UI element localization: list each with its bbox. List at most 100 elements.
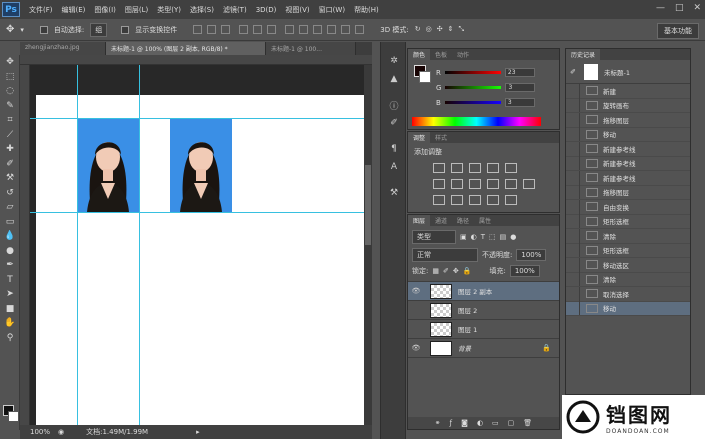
move-tool-icon[interactable]: ✥	[0, 55, 20, 70]
history-brush-icon[interactable]: ✐	[566, 68, 580, 76]
layer-row-layer2-copy[interactable]: 👁 图层 2 副本	[408, 282, 559, 301]
menu-edit[interactable]: 编辑(E)	[62, 5, 86, 15]
new-group-icon[interactable]: ▭	[492, 419, 499, 427]
channel-g-input[interactable]: 3	[505, 83, 536, 92]
menu-help[interactable]: 帮助(H)	[354, 5, 379, 15]
exposure-icon[interactable]	[487, 163, 499, 173]
fx-icon[interactable]: ƒ	[450, 419, 452, 427]
threshold-icon[interactable]	[469, 195, 481, 205]
tab-channels[interactable]: 通道	[430, 215, 452, 226]
distribute-bottom-icon[interactable]	[313, 25, 323, 34]
menu-3d[interactable]: 3D(D)	[256, 6, 277, 14]
tab-paths[interactable]: 路径	[452, 215, 474, 226]
minimize-button[interactable]: —	[656, 3, 665, 13]
history-item[interactable]: 矩形选框	[566, 214, 690, 229]
lock-transparent-icon[interactable]: ▦	[432, 267, 439, 275]
info-icon[interactable]: ⓘ	[381, 96, 407, 114]
scrollbar-thumb[interactable]	[365, 165, 371, 245]
zoom-tool-icon[interactable]: ⚲	[0, 331, 20, 346]
marquee-tool-icon[interactable]: ⬚	[0, 70, 20, 85]
align-vcenter-icon[interactable]	[207, 25, 217, 34]
history-item[interactable]: 新建参考线	[566, 170, 690, 186]
auto-select-checkbox[interactable]	[39, 25, 48, 34]
eraser-tool-icon[interactable]: ▱	[0, 200, 20, 215]
dodge-tool-icon[interactable]: ●	[0, 244, 20, 259]
layer-kind-dropdown[interactable]: 类型	[412, 230, 456, 244]
zoom-level[interactable]: 100%	[30, 428, 50, 436]
history-item[interactable]: 新建参考线	[566, 141, 690, 157]
lasso-tool-icon[interactable]: ◌	[0, 84, 20, 99]
lock-all-icon[interactable]: 🔒	[463, 267, 472, 275]
menu-layer[interactable]: 图层(L)	[125, 5, 148, 15]
visibility-eye-icon[interactable]: 👁	[408, 344, 424, 352]
layer-row-layer1[interactable]: 图层 1	[408, 320, 559, 339]
vertical-scrollbar[interactable]	[364, 65, 372, 425]
show-transform-checkbox[interactable]	[121, 25, 130, 34]
link-layers-icon[interactable]: ⚭	[435, 419, 441, 427]
hue-saturation-icon[interactable]	[433, 179, 445, 189]
menu-filter[interactable]: 滤镜(T)	[223, 5, 247, 15]
filter-shape-icon[interactable]: ⬚	[489, 233, 496, 241]
channel-g-slider[interactable]	[445, 86, 502, 89]
tool-preset-chevron-icon[interactable]: ▾	[20, 26, 24, 34]
brush-tool-icon[interactable]: ✐	[0, 157, 20, 172]
character-icon[interactable]: A	[381, 158, 407, 176]
history-item[interactable]: 旋转画布	[566, 98, 690, 113]
blend-mode-dropdown[interactable]: 正常	[412, 248, 478, 262]
type-tool-icon[interactable]: T	[0, 273, 20, 288]
paragraph-icon[interactable]: ¶	[381, 140, 407, 158]
history-item[interactable]: 移动选区	[566, 257, 690, 273]
align-left-icon[interactable]	[239, 25, 249, 34]
distribute-top-icon[interactable]	[285, 25, 295, 34]
distribute-hcenter-icon[interactable]	[341, 25, 351, 34]
menu-select[interactable]: 选择(S)	[190, 5, 214, 15]
history-item[interactable]: 移动	[566, 127, 690, 142]
eyedropper-tool-icon[interactable]: ⟋	[0, 128, 20, 143]
align-top-icon[interactable]	[193, 25, 203, 34]
brightness-icon[interactable]	[433, 163, 445, 173]
background-color-swatch[interactable]	[8, 411, 19, 422]
history-item[interactable]: 新建	[566, 83, 690, 99]
channel-b-slider[interactable]	[444, 101, 501, 104]
history-item[interactable]: 取消选择	[566, 286, 690, 302]
brush-preset-icon[interactable]: ✐	[381, 114, 407, 132]
history-item-current[interactable]: 移动	[566, 301, 690, 316]
close-button[interactable]: ✕	[693, 3, 701, 13]
tab-properties[interactable]: 属性	[474, 215, 496, 226]
history-snapshot[interactable]: ✐ 未标题-1	[566, 60, 690, 84]
tab-adjustments[interactable]: 调整	[408, 132, 431, 143]
guide-horizontal-top[interactable]	[30, 118, 364, 119]
gradient-map-icon[interactable]	[487, 195, 499, 205]
tab-history[interactable]: 历史记录	[566, 49, 601, 60]
tool-preset-icon[interactable]: ⚒	[381, 184, 407, 202]
history-item[interactable]: 拖移图层	[566, 185, 690, 200]
lock-pixels-icon[interactable]: ✐	[443, 267, 449, 275]
align-bottom-icon[interactable]	[221, 25, 231, 34]
black-white-icon[interactable]	[469, 179, 481, 189]
roll-3d-icon[interactable]: ◎	[426, 25, 432, 34]
align-right-icon[interactable]	[267, 25, 277, 34]
opacity-input[interactable]: 100%	[516, 249, 547, 261]
visibility-eye-icon[interactable]: 👁	[408, 287, 424, 295]
tab-untitled-1[interactable]: 未标题-1 @ 100% (图层 2 副本, RGB/8) *	[106, 42, 266, 55]
selective-color-icon[interactable]	[505, 195, 517, 205]
history-item[interactable]: 矩形选框	[566, 243, 690, 258]
filter-pixel-icon[interactable]: ▣	[460, 233, 467, 241]
tab-zhengjianzhao[interactable]: zhengjianzhao.jpg	[20, 42, 106, 55]
distribute-right-icon[interactable]	[355, 25, 365, 34]
history-item[interactable]: 自由变换	[566, 199, 690, 215]
new-layer-icon[interactable]: ▢	[508, 419, 515, 427]
histogram-icon[interactable]: ▲	[381, 70, 407, 88]
crop-tool-icon[interactable]: ⌗	[0, 113, 20, 128]
history-brush-tool-icon[interactable]: ↺	[0, 186, 20, 201]
blur-tool-icon[interactable]: 💧	[0, 229, 20, 244]
menu-view[interactable]: 视图(V)	[285, 5, 309, 15]
status-info-icon[interactable]: ◉	[58, 428, 64, 436]
document-canvas[interactable]	[36, 95, 364, 425]
photo-filter-icon[interactable]	[487, 179, 499, 189]
slide-3d-icon[interactable]: ⇕	[448, 25, 454, 34]
status-arrow-icon[interactable]: ▸	[196, 428, 200, 436]
vibrance-icon[interactable]	[505, 163, 517, 173]
history-item[interactable]: 清除	[566, 272, 690, 287]
distribute-left-icon[interactable]	[327, 25, 337, 34]
